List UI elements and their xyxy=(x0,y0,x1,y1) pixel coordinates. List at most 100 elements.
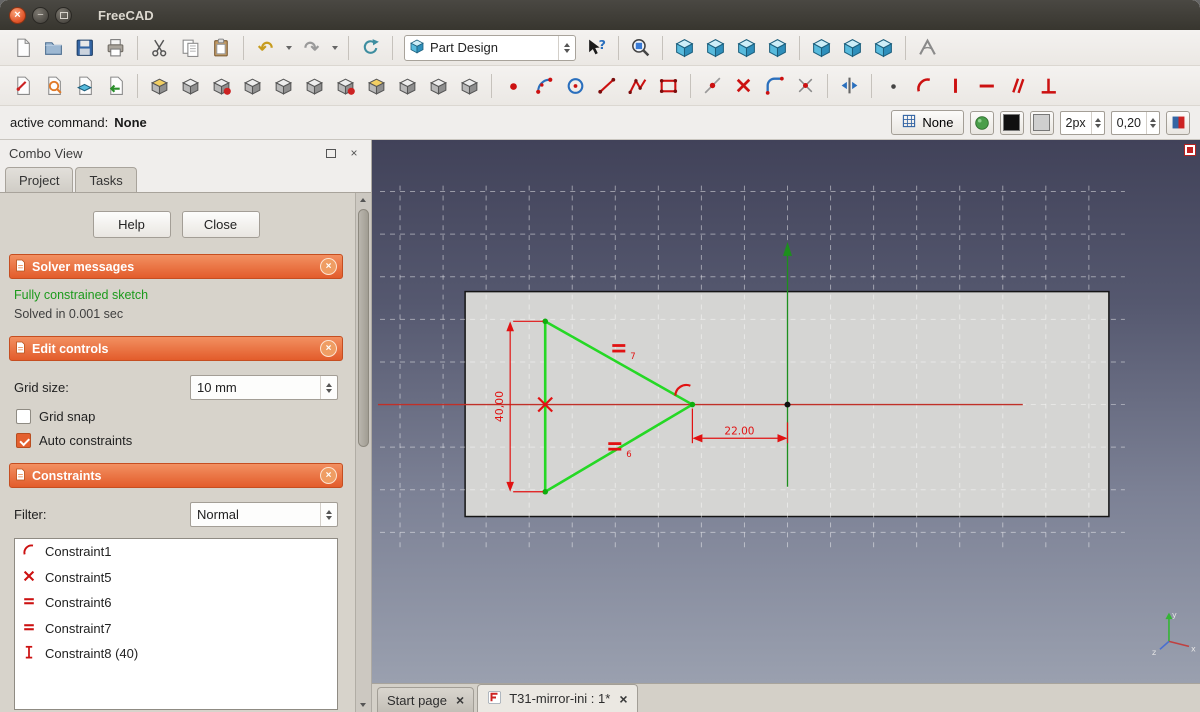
front-view-button[interactable] xyxy=(701,33,730,62)
solver-messages-header[interactable]: Solver messages × xyxy=(9,254,343,279)
window-minimize-icon[interactable]: − xyxy=(32,7,49,24)
constrain-vertical-button[interactable] xyxy=(941,71,970,100)
open-file-button[interactable] xyxy=(39,33,68,62)
copy-button[interactable] xyxy=(176,33,205,62)
constraint-item[interactable]: Constraint7 xyxy=(15,616,337,642)
right-view-button[interactable] xyxy=(763,33,792,62)
undo-menu-arrow[interactable] xyxy=(282,33,295,62)
collapse-icon[interactable]: × xyxy=(320,340,337,357)
scrollbar-up-icon[interactable] xyxy=(360,198,366,202)
viewport-3d[interactable]: 40,00 7 6 xyxy=(372,140,1200,683)
constraint-item[interactable]: Constraint5 xyxy=(15,565,337,591)
axonometric-view-button[interactable] xyxy=(670,33,699,62)
toolbar-overflow-icon[interactable] xyxy=(1184,144,1196,159)
line-color-swatch[interactable] xyxy=(1000,111,1024,135)
vertical-dimension-label[interactable]: 40,00 xyxy=(493,391,506,422)
scrollbar-thumb[interactable] xyxy=(358,209,369,447)
constraint-item[interactable]: Constraint8 (40) xyxy=(15,641,337,667)
left-view-button[interactable] xyxy=(869,33,898,62)
grid-snap-checkbox[interactable] xyxy=(16,409,31,424)
constrain-perpendicular-button[interactable] xyxy=(1034,71,1063,100)
construction-mode-button[interactable] xyxy=(970,111,994,135)
create-fillet-button[interactable] xyxy=(760,71,789,100)
sketch-canvas[interactable]: 40,00 7 6 xyxy=(372,140,1200,683)
refresh-button[interactable] xyxy=(356,33,385,62)
additive-loft-button[interactable] xyxy=(269,71,298,100)
redo-button[interactable]: ↷ xyxy=(297,33,326,62)
undo-button[interactable]: ↶ xyxy=(251,33,280,62)
tab-project[interactable]: Project xyxy=(5,167,73,193)
close-button[interactable]: Close xyxy=(182,211,260,238)
constrain-coincident-button[interactable] xyxy=(698,71,727,100)
face-color-swatch[interactable] xyxy=(1030,111,1054,135)
horizontal-dimension-label[interactable]: 22.00 xyxy=(724,425,754,437)
window-close-icon[interactable]: × xyxy=(9,7,26,24)
redo-menu-arrow[interactable] xyxy=(328,33,341,62)
constraint-item[interactable]: Constraint1 xyxy=(15,539,337,565)
bottom-view-button[interactable] xyxy=(838,33,867,62)
line-width-spinbox[interactable]: 2px xyxy=(1060,111,1105,135)
new-file-button[interactable] xyxy=(8,33,37,62)
groove-button[interactable] xyxy=(238,71,267,100)
text-size-spinbox[interactable]: 0,20 xyxy=(1111,111,1160,135)
leave-sketch-button[interactable] xyxy=(101,71,130,100)
constrain-tangent-button[interactable] xyxy=(910,71,939,100)
tab-close-icon[interactable]: × xyxy=(456,692,464,708)
pocket-button[interactable] xyxy=(207,71,236,100)
tab-tasks[interactable]: Tasks xyxy=(75,167,136,193)
collapse-icon[interactable]: × xyxy=(320,258,337,275)
cut-button[interactable] xyxy=(145,33,174,62)
subtractive-loft-button[interactable] xyxy=(331,71,360,100)
create-point-button[interactable] xyxy=(499,71,528,100)
create-polyline-button[interactable] xyxy=(623,71,652,100)
dock-close-icon[interactable]: × xyxy=(346,146,362,161)
edit-controls-header[interactable]: Edit controls × xyxy=(9,336,343,361)
combo-spinner[interactable] xyxy=(320,376,337,399)
collapse-icon[interactable]: × xyxy=(320,467,337,484)
draft-button[interactable] xyxy=(424,71,453,100)
whats-this-button[interactable]: ? xyxy=(582,33,611,62)
rear-view-button[interactable] xyxy=(807,33,836,62)
window-maximize-icon[interactable] xyxy=(55,7,72,24)
tasks-panel-scrollbar[interactable] xyxy=(355,193,371,712)
filter-combo[interactable]: Normal xyxy=(190,502,338,527)
toggle-construction-button[interactable] xyxy=(879,71,908,100)
constrain-horizontal-button[interactable] xyxy=(972,71,1001,100)
new-sketch-button[interactable] xyxy=(8,71,37,100)
chamfer-button[interactable] xyxy=(393,71,422,100)
constrain-symmetric-button[interactable] xyxy=(835,71,864,100)
constrain-parallel-button[interactable] xyxy=(1003,71,1032,100)
help-button[interactable]: Help xyxy=(93,211,171,238)
dock-float-icon[interactable] xyxy=(323,146,339,161)
apply-style-button[interactable] xyxy=(1166,111,1190,135)
constraint-item[interactable]: Constraint6 xyxy=(15,590,337,616)
trim-edge-button[interactable] xyxy=(791,71,820,100)
constraints-header[interactable]: Constraints × xyxy=(9,463,343,488)
spin-arrows[interactable] xyxy=(1091,112,1104,134)
workbench-selector[interactable]: Part Design xyxy=(404,35,576,61)
combo-spinner[interactable] xyxy=(320,503,337,526)
edit-sketch-button[interactable] xyxy=(39,71,68,100)
create-line-button[interactable] xyxy=(592,71,621,100)
scrollbar-down-icon[interactable] xyxy=(360,703,366,707)
revolution-button[interactable] xyxy=(176,71,205,100)
create-rectangle-button[interactable] xyxy=(654,71,683,100)
print-button[interactable] xyxy=(101,33,130,62)
pad-button[interactable] xyxy=(145,71,174,100)
fit-all-button[interactable] xyxy=(626,33,655,62)
titlebar[interactable]: × − FreeCAD xyxy=(0,0,1200,30)
mdi-tab-0[interactable]: Start page× xyxy=(377,687,474,712)
fillet-button[interactable] xyxy=(362,71,391,100)
paste-button[interactable] xyxy=(207,33,236,62)
top-view-button[interactable] xyxy=(732,33,761,62)
measure-button[interactable] xyxy=(913,33,942,62)
spin-arrows[interactable] xyxy=(1146,112,1159,134)
additive-pipe-button[interactable] xyxy=(300,71,329,100)
create-circle-button[interactable] xyxy=(561,71,590,100)
auto-constraints-checkbox[interactable] xyxy=(16,433,31,448)
save-button[interactable] xyxy=(70,33,99,62)
map-sketch-button[interactable] xyxy=(70,71,99,100)
constrain-symmetric-x-button[interactable] xyxy=(729,71,758,100)
origin-point[interactable] xyxy=(784,402,790,408)
thickness-button[interactable] xyxy=(455,71,484,100)
